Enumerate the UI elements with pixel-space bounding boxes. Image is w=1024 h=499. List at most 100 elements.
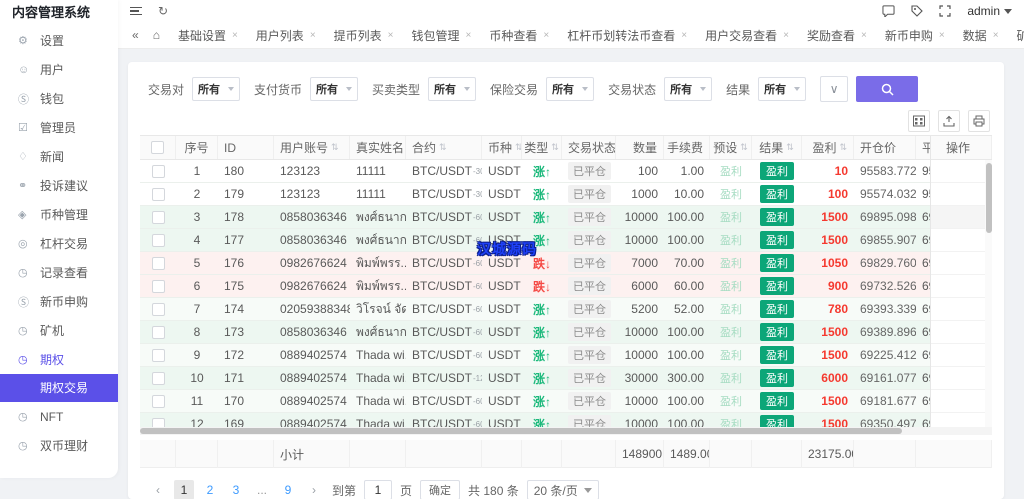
page-number[interactable]: 2 — [200, 480, 220, 499]
print-icon[interactable] — [968, 110, 990, 132]
tab-item[interactable]: 奖励查看 × — [799, 24, 875, 47]
table-row[interactable]: 51760982676624พิมพ์พรร...BTC/USDT-60SUSD… — [140, 252, 992, 275]
tab-close-icon[interactable]: × — [993, 30, 999, 41]
column-header-contract[interactable]: 合约 ⇅ — [406, 136, 482, 159]
row-checkbox[interactable] — [151, 256, 165, 270]
table-row[interactable]: 111700889402574Thada wi...BTC/USDT-60SUS… — [140, 390, 992, 413]
home-tab-icon[interactable]: ⌂ — [149, 28, 164, 42]
sort-icon[interactable]: ⇅ — [515, 142, 521, 153]
row-checkbox[interactable] — [151, 302, 165, 316]
column-header-coin[interactable]: 币种 ⇅ — [482, 136, 522, 159]
tab-close-icon[interactable]: × — [466, 30, 472, 41]
sidebar-subitem[interactable]: 期权交易 — [0, 374, 118, 402]
filter-select[interactable]: 所有 — [310, 77, 359, 101]
tab-item[interactable]: 币种查看 × — [481, 24, 557, 47]
select-all-checkbox[interactable] — [151, 141, 164, 154]
tab-item[interactable]: 提币列表 × — [326, 24, 402, 47]
table-row[interactable]: 61750982676624พิมพ์พรร...BTC/USDT-60SUSD… — [140, 275, 992, 298]
sidebar-item[interactable]: ◷ NFT — [0, 402, 118, 431]
column-header-fee[interactable]: 手续费 — [664, 136, 710, 159]
fullscreen-icon[interactable] — [939, 5, 951, 17]
filter-select[interactable]: 所有 — [546, 77, 595, 101]
column-header-check[interactable] — [140, 136, 176, 159]
sidebar-item[interactable]: ◎ 杠杆交易 — [0, 229, 118, 258]
column-header-preset[interactable]: 预设 ⇅ — [710, 136, 752, 159]
sidebar-item[interactable]: ◷ 矿机 — [0, 316, 118, 345]
page-number[interactable]: 3 — [226, 480, 246, 499]
sort-icon[interactable]: ⇅ — [740, 142, 748, 153]
table-row[interactable]: 31780858036346พงศ์ธนากรBTC/USDT-60SUSDT涨… — [140, 206, 992, 229]
tab-item[interactable]: 杠杆币划转法币查看 × — [559, 24, 695, 47]
sort-icon[interactable]: ⇅ — [331, 142, 339, 153]
column-header-profit[interactable]: 盈利 ⇅ — [802, 136, 854, 159]
table-row[interactable]: 81730858036346พงศ์ธนากรBTC/USDT-60SUSDT涨… — [140, 321, 992, 344]
tab-close-icon[interactable]: × — [232, 30, 238, 41]
filter-select[interactable]: 所有 — [758, 77, 807, 101]
tab-close-icon[interactable]: × — [939, 30, 945, 41]
row-checkbox[interactable] — [151, 279, 165, 293]
page-arrow[interactable]: › — [304, 480, 324, 499]
sidebar-item[interactable]: ☑ 管理员 — [0, 113, 118, 142]
column-header-qty[interactable]: 数量 — [616, 136, 664, 159]
user-menu[interactable]: admin — [967, 4, 1012, 18]
page-size-select[interactable]: 20 条/页 — [526, 480, 599, 499]
table-row[interactable]: 2 179 123123 11111 BTC/USDT-30S USDT 涨↑ 已平仓 1000… — [140, 183, 992, 206]
row-checkbox[interactable] — [151, 233, 165, 247]
page-number[interactable]: 9 — [278, 480, 298, 499]
table-row[interactable]: 717402059388348วิโรจน์ จัด...BTC/USDT-60… — [140, 298, 992, 321]
sidebar-item[interactable]: Ⓢ 钱包 — [0, 84, 118, 113]
row-checkbox[interactable] — [151, 164, 165, 178]
table-row[interactable]: 41770858036346พงศ์ธนากรBTC/USDT-60SUSDT涨… — [140, 229, 992, 252]
search-button[interactable] — [856, 76, 919, 102]
row-checkbox[interactable] — [151, 394, 165, 408]
tab-close-icon[interactable]: × — [861, 30, 867, 41]
sort-icon[interactable]: ⇅ — [786, 142, 794, 153]
tab-close-icon[interactable]: × — [543, 30, 549, 41]
sidebar-item[interactable]: ◷ 双币理财 — [0, 431, 118, 460]
row-checkbox[interactable] — [151, 210, 165, 224]
sidebar-item[interactable]: ⚙ 设置 — [0, 26, 118, 55]
collapse-menu-icon[interactable] — [130, 5, 142, 18]
row-checkbox[interactable] — [151, 371, 165, 385]
tab-item[interactable]: 用户交易查看 × — [697, 24, 797, 47]
sidebar-item[interactable]: ♢ 新闻 — [0, 142, 118, 171]
sort-icon[interactable]: ⇅ — [439, 142, 447, 153]
column-header-id[interactable]: ID — [218, 136, 274, 159]
tab-item[interactable]: 新币申购 × — [877, 24, 953, 47]
sidebar-item[interactable]: ◷ 记录查看 — [0, 258, 118, 287]
tab-item[interactable]: 矿机列表× — [1009, 24, 1024, 47]
table-row[interactable]: 91720889402574Thada wi...BTC/USDT-60SUSD… — [140, 344, 992, 367]
goto-confirm-button[interactable]: 确定 — [420, 480, 461, 499]
filter-select[interactable]: 所有 — [192, 77, 241, 101]
column-header-status[interactable]: 交易状态⇅ — [562, 136, 616, 159]
row-checkbox[interactable] — [151, 348, 165, 362]
column-header-type[interactable]: 类型 ⇅ — [522, 136, 562, 159]
tag-icon[interactable] — [911, 5, 924, 17]
sidebar-item[interactable]: ⚭ 投诉建议 — [0, 171, 118, 200]
row-checkbox[interactable] — [151, 187, 165, 201]
column-header-result[interactable]: 结果 ⇅ — [752, 136, 802, 159]
column-header-seq[interactable]: 序号 — [176, 136, 218, 159]
row-checkbox[interactable] — [151, 325, 165, 339]
goto-page-input[interactable] — [364, 480, 393, 499]
page-arrow[interactable]: ‹ — [148, 480, 168, 499]
tab-item[interactable]: 数据 × — [955, 24, 1007, 47]
filter-expand-button[interactable]: ∨ — [820, 76, 849, 102]
tab-close-icon[interactable]: × — [388, 30, 394, 41]
vertical-scrollbar[interactable] — [985, 160, 992, 427]
export-icon[interactable] — [938, 110, 960, 132]
column-header-name[interactable]: 真实姓名 — [350, 136, 406, 159]
column-header-account[interactable]: 用户账号 ⇅ — [274, 136, 350, 159]
tab-item[interactable]: 钱包管理 × — [404, 24, 480, 47]
message-icon[interactable] — [882, 5, 895, 17]
page-number[interactable]: 1 — [174, 480, 194, 499]
sort-icon[interactable]: ⇅ — [551, 142, 559, 153]
tab-item[interactable]: 用户列表 × — [248, 24, 324, 47]
table-row[interactable]: 1 180 123123 11111 BTC/USDT-30S USDT 涨↑ 已平仓 100 1… — [140, 160, 992, 183]
horizontal-scrollbar[interactable] — [140, 427, 992, 435]
filter-select[interactable]: 所有 — [428, 77, 477, 101]
sidebar-item[interactable]: ◷ 期权 — [0, 345, 118, 374]
tab-close-icon[interactable]: × — [783, 30, 789, 41]
sidebar-item[interactable]: ☺ 用户 — [0, 55, 118, 84]
sidebar-item[interactable]: ◈ 币种管理 — [0, 200, 118, 229]
